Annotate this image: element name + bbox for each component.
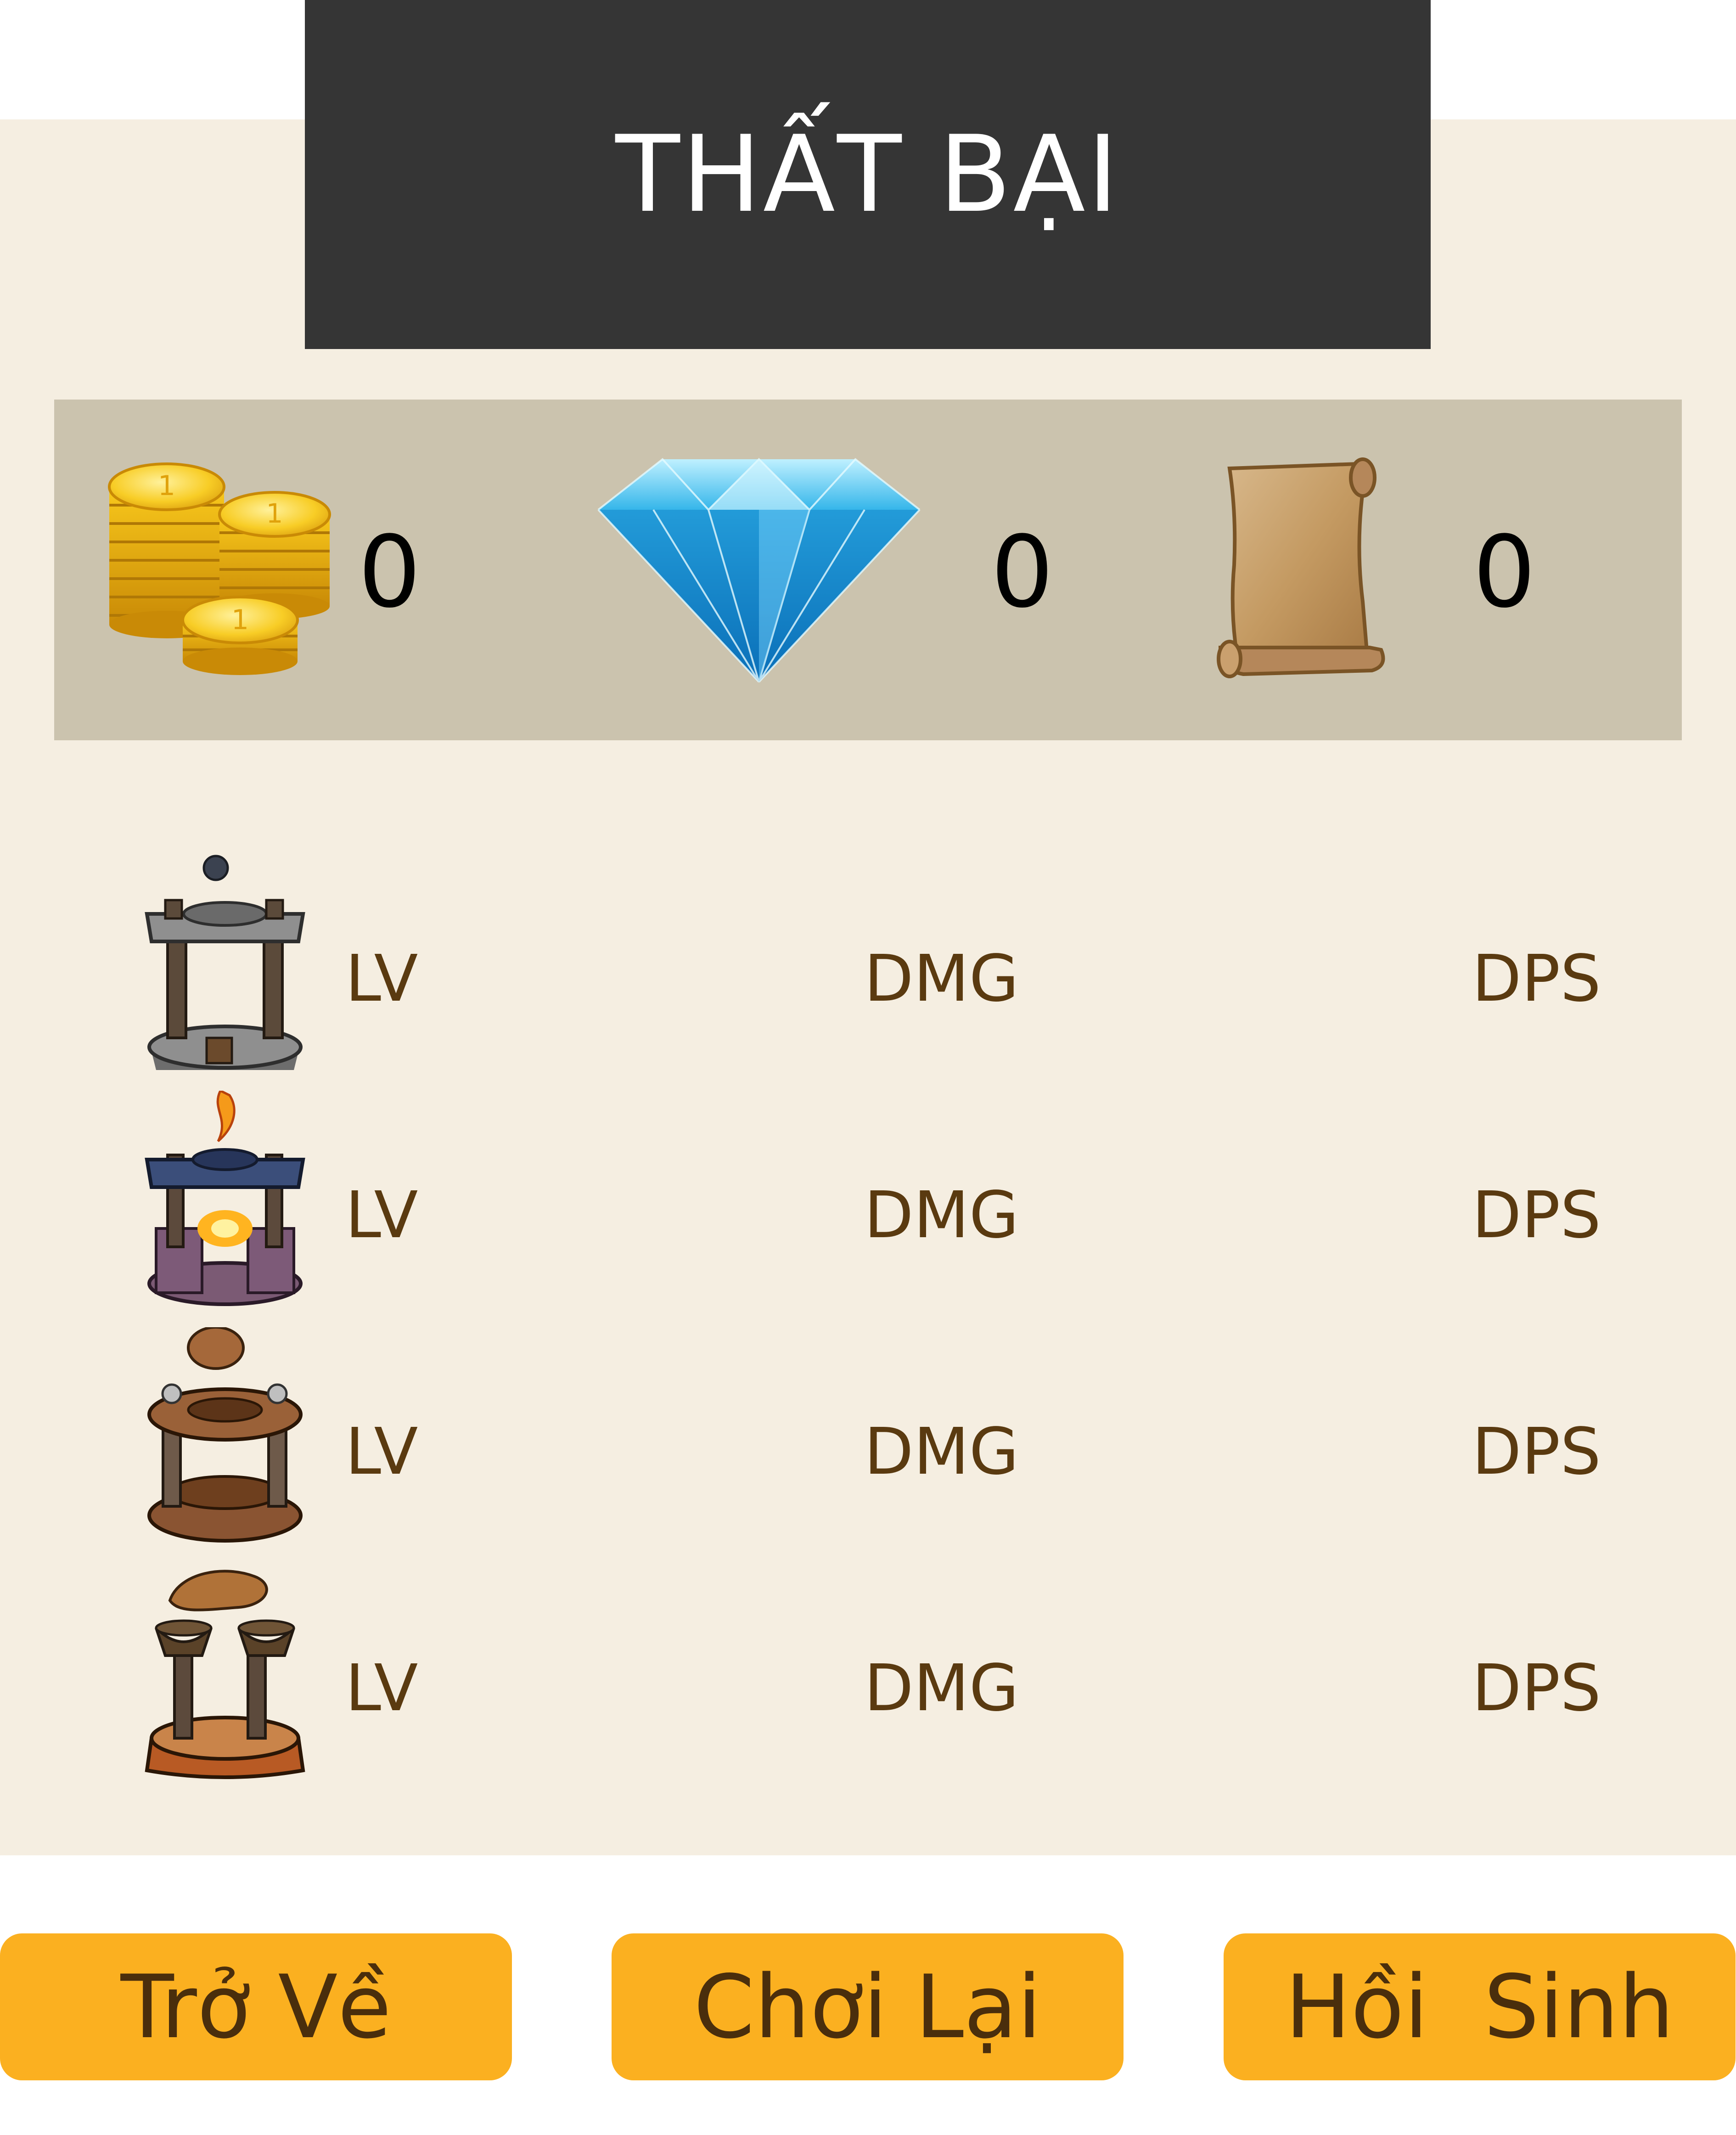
stone-cannon-tower-icon [145,855,305,1070]
tower-dps-label: DPS [1472,1414,1601,1489]
revive-button[interactable]: Hồi Sinh [1224,1933,1736,2080]
tower-dmg-label: DMG [864,941,1019,1016]
tower-lv-label: LV [345,1414,418,1489]
replay-button[interactable]: Chơi Lại [612,1933,1124,2080]
tower-dps-label: DPS [1472,1651,1601,1726]
svg-text:1: 1 [266,498,283,529]
tower-lv-label: LV [345,1651,418,1726]
tower-lv-label: LV [345,1178,418,1253]
title-banner: THẤT BẠI [305,0,1431,349]
reward-scroll: 0 [1202,400,1661,740]
tower-row: LV DMG DPS [0,1091,1736,1320]
svg-text:1: 1 [231,604,249,636]
back-button[interactable]: Trở Về [0,1933,512,2080]
scroll-value: 0 [1473,514,1536,630]
tower-dps-label: DPS [1472,941,1601,1016]
mud-tower-icon [145,1570,305,1779]
tower-row: LV DMG DPS [0,854,1736,1084]
page-title: THẤT BẠI [615,113,1120,236]
svg-text:1: 1 [158,470,175,502]
tower-dmg-label: DMG [864,1414,1019,1489]
tower-lv-label: LV [345,941,418,1016]
tower-row: LV DMG DPS [0,1564,1736,1793]
reward-gold: 1 1 1 0 [54,400,559,740]
blue-diamond-icon [597,458,921,683]
diamond-value: 0 [991,514,1054,630]
rock-thrower-tower-icon [147,1327,303,1543]
gold-value: 0 [358,514,421,630]
parchment-scroll-icon [1217,457,1385,678]
tower-row: LV DMG DPS [0,1327,1736,1557]
reward-diamond: 0 [582,400,1133,740]
tower-dmg-label: DMG [864,1651,1019,1726]
tower-dmg-label: DMG [864,1178,1019,1253]
rewards-bar: 1 1 1 0 0 0 [54,400,1682,740]
fire-tower-icon [145,1091,305,1306]
gold-coins-icon: 1 1 1 [108,462,331,675]
tower-dps-label: DPS [1472,1178,1601,1253]
